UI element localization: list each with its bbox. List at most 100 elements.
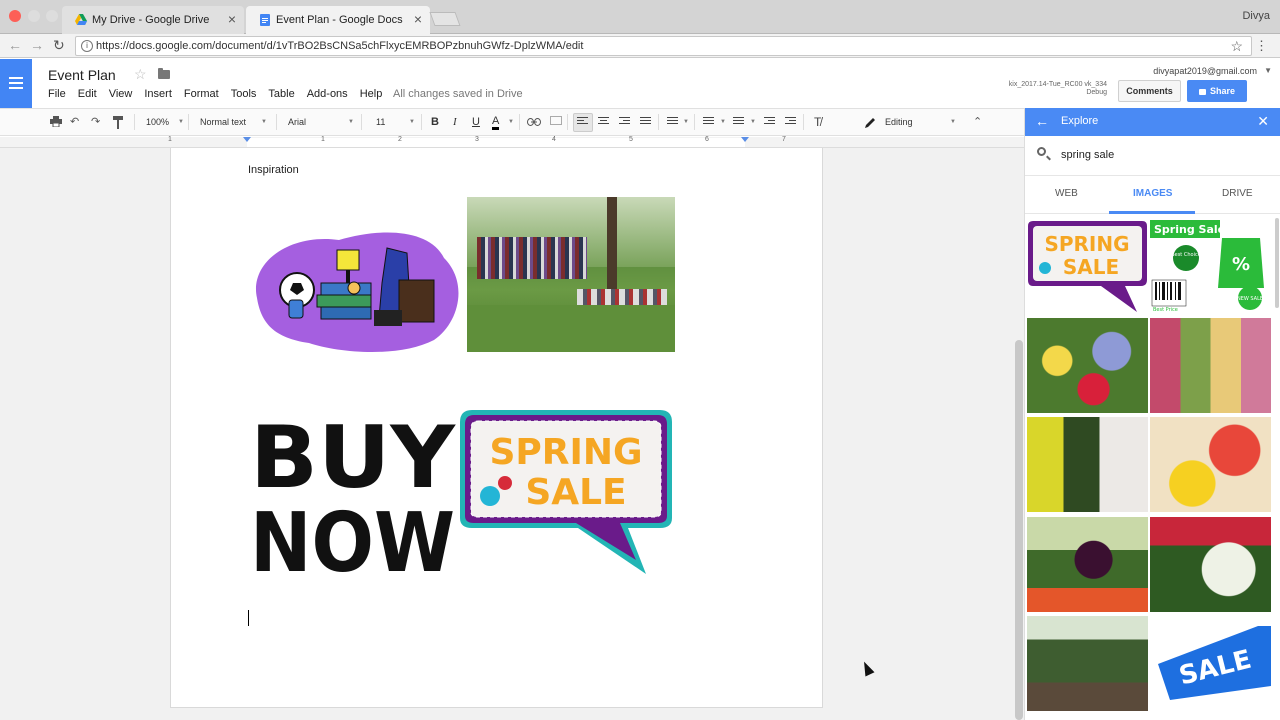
menu-table[interactable]: Table [268, 88, 294, 100]
docs-home-icon[interactable] [0, 59, 32, 108]
menu-view[interactable]: View [109, 88, 133, 100]
browser-tab-docs[interactable]: Event Plan - Google Docs × [246, 6, 430, 34]
close-tab-icon[interactable]: × [228, 11, 236, 27]
menu-file[interactable]: File [48, 88, 66, 100]
explore-tabs: WEB IMAGES DRIVE [1025, 176, 1280, 214]
decrease-indent-icon[interactable] [764, 117, 775, 126]
chevron-down-icon: ▼ [508, 119, 514, 125]
close-tab-icon[interactable]: × [414, 11, 422, 27]
tab-images[interactable]: IMAGES [1133, 188, 1172, 199]
image-result[interactable]: SALE [1150, 616, 1271, 711]
star-icon[interactable]: ☆ [134, 66, 147, 83]
comment-icon[interactable] [550, 116, 562, 127]
buy-now-line2: NOW [250, 496, 455, 578]
document-title[interactable]: Event Plan [48, 67, 116, 83]
image-result[interactable] [1027, 318, 1148, 413]
paint-format-icon[interactable] [113, 116, 124, 129]
text-color-icon[interactable]: A [492, 115, 500, 130]
account-email[interactable]: divyapat2019@gmail.com [1153, 66, 1257, 76]
tab-web[interactable]: WEB [1055, 188, 1078, 199]
minimize-window-button[interactable] [28, 10, 40, 22]
document-page[interactable]: Inspiration BUY NOW SPRING SALE [170, 148, 823, 708]
chevron-down-icon: ▼ [409, 119, 415, 125]
spring-sale-image[interactable]: SPRING SALE [458, 408, 674, 576]
info-icon[interactable]: i [81, 40, 93, 52]
line-spacing-icon[interactable] [667, 117, 678, 126]
menu-bar: File Edit View Insert Format Tools Table… [48, 88, 394, 100]
thumb-badge-text: Best Choice [1171, 252, 1201, 258]
right-indent-handle[interactable] [741, 137, 749, 142]
explore-panel: ← Explore ✕ spring sale WEB IMAGES DRIVE… [1024, 108, 1280, 720]
image-result[interactable] [1027, 616, 1148, 711]
toolbar-divider [361, 114, 362, 130]
save-status[interactable]: All changes saved in Drive [393, 88, 523, 100]
thumb-best-price: Best Price [1153, 307, 1178, 313]
align-right-icon[interactable] [619, 117, 630, 126]
menu-edit[interactable]: Edit [78, 88, 97, 100]
image-result[interactable] [1027, 517, 1148, 612]
redo-icon[interactable]: ↷ [91, 115, 100, 129]
italic-icon[interactable]: I [453, 115, 457, 129]
close-window-button[interactable] [9, 10, 21, 22]
toolbar-divider [276, 114, 277, 130]
document-scrollbar[interactable] [1015, 340, 1023, 720]
reload-icon[interactable]: ↻ [53, 37, 65, 54]
paragraph-style-select[interactable]: Normal text [200, 115, 246, 129]
menu-tools[interactable]: Tools [231, 88, 257, 100]
url-input[interactable]: i https://docs.google.com/document/d/1vT… [75, 36, 1252, 56]
increase-indent-icon[interactable] [785, 117, 796, 126]
browser-profile-name[interactable]: Divya [1242, 10, 1270, 22]
menu-add-ons[interactable]: Add-ons [307, 88, 348, 100]
bookmark-star-icon[interactable]: ☆ [1230, 38, 1243, 55]
font-select[interactable]: Arial [288, 115, 306, 129]
ruler: 1 1 2 3 4 5 6 7 [0, 136, 1024, 148]
maximize-window-button[interactable] [46, 10, 58, 22]
folder-icon[interactable] [158, 68, 170, 79]
menu-help[interactable]: Help [360, 88, 383, 100]
browser-tab-drive[interactable]: My Drive - Google Drive × [62, 6, 244, 34]
tab-drive[interactable]: DRIVE [1222, 188, 1253, 199]
image-result[interactable] [1150, 318, 1271, 413]
image-result[interactable] [1150, 417, 1271, 512]
left-indent-handle[interactable] [243, 137, 251, 142]
align-center-icon[interactable] [598, 117, 609, 126]
buy-now-image[interactable]: BUY NOW [248, 403, 463, 578]
image-result[interactable]: SPRING SALE [1027, 218, 1148, 313]
font-size-select[interactable]: 11 [376, 115, 385, 129]
browser-menu-icon[interactable]: ⋮ [1255, 38, 1268, 54]
clear-formatting-icon[interactable]: T̸ [814, 115, 821, 129]
numbered-list-icon[interactable] [703, 117, 714, 126]
link-icon[interactable] [527, 118, 541, 126]
back-arrow-icon[interactable]: ← [8, 37, 22, 53]
align-justify-icon[interactable] [640, 117, 651, 126]
chevron-down-icon: ▼ [950, 119, 956, 125]
image-result[interactable]: Spring Sale Best Choice % Best Price NEW… [1150, 218, 1271, 313]
back-arrow-icon[interactable]: ← [1035, 113, 1049, 129]
new-tab-button[interactable] [429, 12, 461, 26]
chevron-down-icon[interactable]: ▼ [1264, 66, 1272, 75]
zoom-select[interactable]: 100% [146, 115, 169, 129]
ruler-number: 3 [475, 136, 479, 143]
menu-format[interactable]: Format [184, 88, 219, 100]
image-result[interactable] [1150, 517, 1271, 612]
yard-sale-items-image[interactable] [249, 228, 464, 353]
explore-scrollbar[interactable] [1275, 218, 1279, 308]
image-result[interactable] [1027, 417, 1148, 512]
comments-button[interactable]: Comments [1118, 80, 1181, 102]
forward-arrow-icon[interactable]: → [30, 37, 44, 53]
print-icon[interactable] [50, 116, 62, 127]
debug-build: kix_2017.14-Tue_RC00 vk_334 [1008, 81, 1107, 88]
share-button[interactable]: Share [1187, 80, 1247, 102]
yard-sale-photo[interactable] [467, 197, 675, 352]
close-icon[interactable]: ✕ [1257, 113, 1269, 130]
underline-icon[interactable]: U [472, 115, 480, 129]
bold-icon[interactable]: B [431, 115, 439, 129]
menu-insert[interactable]: Insert [144, 88, 172, 100]
chevron-down-icon: ▼ [261, 119, 267, 125]
collapse-menu-icon[interactable]: ⌃ [973, 115, 982, 129]
ruler-number: 5 [629, 136, 633, 143]
bulleted-list-icon[interactable] [733, 117, 744, 126]
explore-search-input[interactable]: spring sale [1025, 136, 1280, 176]
undo-icon[interactable]: ↶ [70, 115, 79, 129]
editing-mode-select[interactable]: Editing [885, 115, 913, 129]
